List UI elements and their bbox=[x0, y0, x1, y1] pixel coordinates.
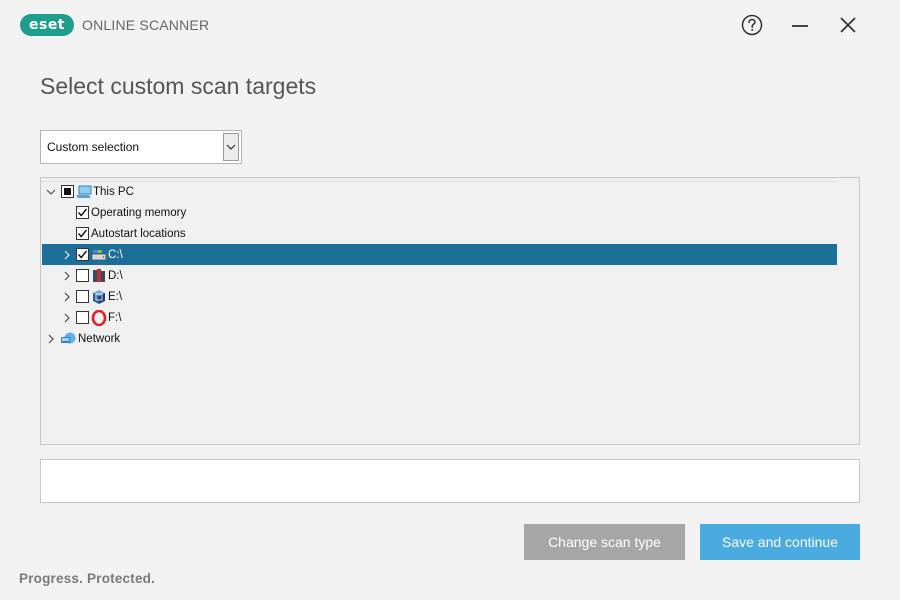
page-title: Select custom scan targets bbox=[40, 73, 317, 99]
scan-profile-dropdown[interactable]: Custom selection bbox=[40, 130, 242, 164]
help-button[interactable] bbox=[739, 12, 765, 38]
expander-drive-c[interactable] bbox=[61, 249, 73, 261]
chevron-right-icon bbox=[64, 313, 70, 322]
network-icon bbox=[61, 331, 77, 347]
hard-drive-icon bbox=[91, 247, 107, 263]
chevron-right-icon bbox=[64, 271, 70, 280]
scan-targets-tree[interactable]: This PC Operating memory Autostart locat… bbox=[40, 177, 860, 445]
tree-node-drive-c[interactable]: C:\ bbox=[42, 244, 837, 265]
tree-node-drive-e[interactable]: E:\ bbox=[42, 286, 837, 307]
footer-tagline: Progress. Protected. bbox=[19, 571, 156, 586]
checkmark-icon bbox=[77, 229, 88, 238]
expander-network[interactable] bbox=[45, 333, 57, 345]
tree-node-this-pc[interactable]: This PC bbox=[42, 181, 837, 202]
checkbox-this-pc[interactable] bbox=[61, 185, 74, 198]
checkbox-autostart-locations[interactable] bbox=[76, 227, 89, 240]
minimize-icon bbox=[792, 25, 808, 27]
checkbox-drive-f[interactable] bbox=[76, 311, 89, 324]
tree-label: F:\ bbox=[108, 311, 122, 324]
eset-logo: eset bbox=[20, 14, 74, 36]
expander-this-pc[interactable] bbox=[45, 186, 57, 198]
expander-drive-f[interactable] bbox=[61, 312, 73, 324]
checkmark-icon bbox=[77, 250, 88, 259]
chevron-right-icon bbox=[64, 292, 70, 301]
tree-label: Network bbox=[78, 332, 121, 345]
chevron-down-icon bbox=[226, 144, 236, 150]
tree-label: Autostart locations bbox=[91, 227, 186, 240]
checkbox-drive-c[interactable] bbox=[76, 248, 89, 261]
dropdown-selected-value: Custom selection bbox=[47, 140, 140, 154]
cube-drive-icon bbox=[91, 289, 107, 305]
expander-drive-d[interactable] bbox=[61, 270, 73, 282]
tree-label: Operating memory bbox=[91, 206, 187, 219]
dropdown-toggle[interactable] bbox=[223, 133, 239, 161]
tree-label: C:\ bbox=[108, 248, 123, 261]
book-drive-icon bbox=[91, 268, 107, 284]
change-scan-type-button[interactable]: Change scan type bbox=[524, 524, 685, 560]
tree-label: E:\ bbox=[108, 290, 123, 303]
expander-drive-e[interactable] bbox=[61, 291, 73, 303]
close-button[interactable] bbox=[835, 12, 861, 38]
checkbox-drive-e[interactable] bbox=[76, 290, 89, 303]
tree-node-drive-f[interactable]: F:\ bbox=[42, 307, 837, 328]
chevron-right-icon bbox=[48, 334, 54, 343]
save-and-continue-button[interactable]: Save and continue bbox=[700, 524, 860, 560]
opera-drive-icon bbox=[91, 309, 107, 326]
chevron-down-icon bbox=[46, 189, 56, 195]
tree-node-autostart-locations[interactable]: Autostart locations bbox=[42, 223, 837, 244]
tree-node-network[interactable]: Network bbox=[42, 328, 837, 349]
computer-icon bbox=[76, 184, 92, 200]
chevron-right-icon bbox=[64, 250, 70, 259]
help-circle-icon bbox=[741, 14, 763, 36]
tree-node-operating-memory[interactable]: Operating memory bbox=[42, 202, 837, 223]
checkbox-operating-memory[interactable] bbox=[76, 206, 89, 219]
tree-node-drive-d[interactable]: D:\ bbox=[42, 265, 837, 286]
product-name: ONLINE SCANNER bbox=[82, 17, 210, 33]
tree-label: D:\ bbox=[108, 269, 123, 282]
tree-label: This PC bbox=[93, 185, 134, 198]
checkmark-icon bbox=[77, 208, 88, 217]
minimize-button[interactable] bbox=[787, 12, 813, 38]
close-icon bbox=[840, 17, 856, 33]
logo-text: eset bbox=[28, 17, 65, 33]
description-box bbox=[40, 459, 860, 503]
checkbox-drive-d[interactable] bbox=[76, 269, 89, 282]
